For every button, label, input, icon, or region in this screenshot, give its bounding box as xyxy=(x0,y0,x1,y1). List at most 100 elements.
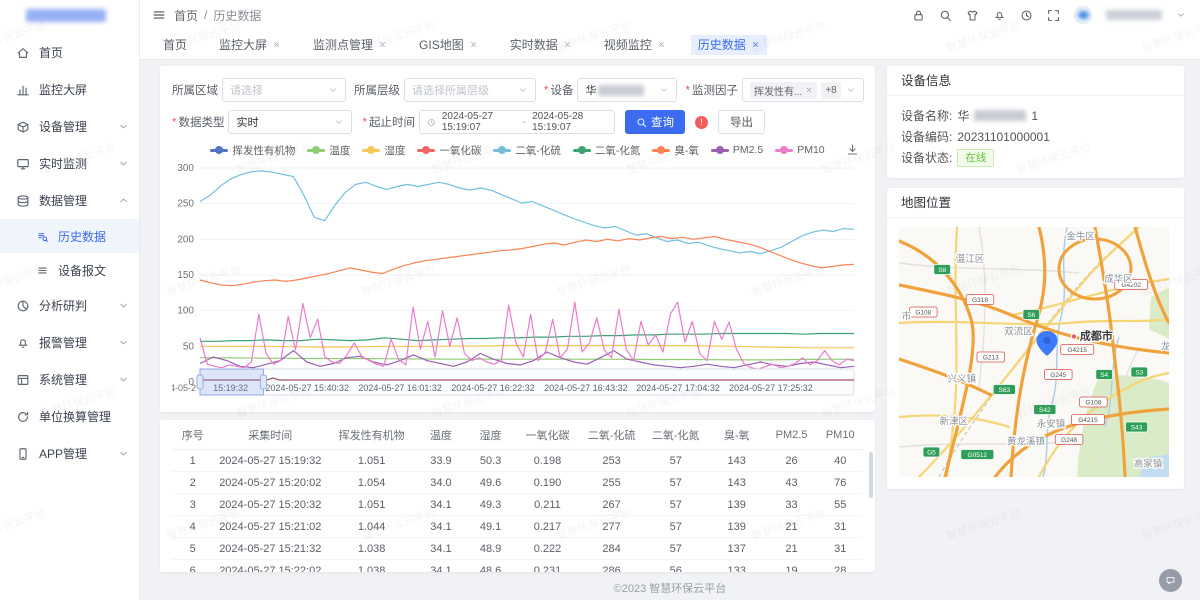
search-icon[interactable] xyxy=(939,9,952,22)
sidebar-item-unit-convert[interactable]: 单位换算管理 xyxy=(0,398,139,435)
device-name-suffix: 1 xyxy=(1031,109,1038,123)
footer: ©2023 智慧环保云平台 xyxy=(140,580,1200,600)
time-start-value[interactable]: 2024-05-27 15:19:07 xyxy=(442,111,517,133)
sidebar-item-app-mgmt[interactable]: APP管理 xyxy=(0,435,139,472)
road-badge: S6 xyxy=(1023,310,1040,320)
tab-video-monitor[interactable]: 视频监控 xyxy=(597,35,673,55)
sidebar-item-home[interactable]: 首页 xyxy=(0,34,139,71)
sidebar-item-analysis[interactable]: 分析研判 xyxy=(0,287,139,324)
download-icon[interactable] xyxy=(846,143,859,156)
chevron-down-icon xyxy=(118,337,129,348)
tab-point-mgmt[interactable]: 监测点管理 xyxy=(306,35,394,55)
map[interactable]: S8G4202G318G108S6G4215G213S4S3G245S63G10… xyxy=(899,227,1169,477)
table-cell: 0.190 xyxy=(515,472,579,494)
device-info-title: 设备信息 xyxy=(887,66,1184,96)
time-end-value[interactable]: 2024-05-28 15:19:07 xyxy=(532,111,607,133)
chat-icon xyxy=(1165,575,1176,586)
legend-item-4[interactable]: 二氧-化硫 xyxy=(493,143,561,158)
table-cell: 34.0 xyxy=(416,472,466,494)
theme-icon[interactable] xyxy=(966,9,979,22)
tag-close-icon[interactable] xyxy=(805,86,813,94)
sidebar-item-realtime-monitor[interactable]: 实时监测 xyxy=(0,145,139,182)
tab-monitor-screen[interactable]: 监控大屏 xyxy=(212,35,288,55)
sidebar-item-data-mgmt[interactable]: 数据管理 xyxy=(0,182,139,219)
data-type-select[interactable]: 实时 xyxy=(228,110,352,134)
table-cell: 33.9 xyxy=(416,450,466,472)
datazoom-handle[interactable] xyxy=(260,375,266,389)
tab-label: GIS地图 xyxy=(419,36,464,53)
chat-fab-button[interactable] xyxy=(1159,569,1182,592)
error-badge[interactable]: ! xyxy=(695,116,708,129)
level-label: 所属层级 xyxy=(354,82,400,98)
table-cell: 26 xyxy=(766,450,818,472)
avatar[interactable] xyxy=(1074,6,1092,24)
mobile-icon xyxy=(16,447,30,461)
tab-history-data[interactable]: 历史数据 xyxy=(691,35,767,55)
tab-close-icon[interactable] xyxy=(272,40,281,49)
factor-more-tag[interactable]: +8 xyxy=(821,82,840,99)
sidebar-item-monitor-screen[interactable]: 监控大屏 xyxy=(0,71,139,108)
datazoom-handle[interactable] xyxy=(197,375,203,389)
tab-close-icon[interactable] xyxy=(378,40,387,49)
legend-item-3[interactable]: 一氧化碳 xyxy=(417,143,481,158)
chevron-down-icon xyxy=(328,85,338,95)
tab-close-icon[interactable] xyxy=(469,40,478,49)
map-label: 温江区 xyxy=(956,254,985,265)
filter-form: 所属区域 请选择 所属层级 请选择所属层级 xyxy=(172,78,863,134)
clock-icon[interactable] xyxy=(1020,9,1033,22)
road-badge: G108 xyxy=(910,307,938,317)
sidebar-item-system-mgmt[interactable]: 系统管理 xyxy=(0,361,139,398)
factors-multiselect[interactable]: 挥发性有... +8 xyxy=(742,78,864,102)
table-cell: 0.198 xyxy=(515,450,579,472)
user-chevron-down-icon[interactable] xyxy=(1176,10,1186,20)
filter-level: 所属层级 请选择所属层级 xyxy=(354,78,536,102)
search-button[interactable]: 查询 xyxy=(625,110,685,134)
road-badge: G213 xyxy=(977,352,1005,362)
map-container: S8G4202G318G108S6G4215G213S4S3G245S63G10… xyxy=(887,218,1184,489)
road-badge: G248 xyxy=(1055,435,1083,445)
table-cell: 1.051 xyxy=(327,450,416,472)
lock-icon[interactable] xyxy=(912,9,925,22)
table-cell: 48.6 xyxy=(466,560,516,573)
legend-marker xyxy=(307,146,325,154)
sidebar-item-alarm-mgmt[interactable]: 报警管理 xyxy=(0,324,139,361)
query-chart-card: 所属区域 请选择 所属层级 请选择所属层级 xyxy=(160,66,875,412)
legend-item-5[interactable]: 二氧-化氮 xyxy=(573,143,641,158)
column-header: 温度 xyxy=(416,420,466,450)
tab-realtime-data[interactable]: 实时数据 xyxy=(503,35,579,55)
legend-label: 挥发性有机物 xyxy=(232,143,295,158)
topbar-icon-group xyxy=(912,9,1060,22)
legend-item-2[interactable]: 湿度 xyxy=(362,143,405,158)
legend-item-8[interactable]: PM10 xyxy=(775,144,824,156)
sidebar-item-history-data[interactable]: 历史数据 xyxy=(0,219,139,253)
tab-close-icon[interactable] xyxy=(563,40,572,49)
legend-item-7[interactable]: PM2.5 xyxy=(711,144,763,156)
sidebar-item-device-message[interactable]: 设备报文 xyxy=(0,253,139,287)
tab-gis-map[interactable]: GIS地图 xyxy=(412,35,485,55)
sidebar-item-label: APP管理 xyxy=(39,445,118,462)
legend-item-6[interactable]: 臭-氧 xyxy=(652,143,699,158)
tab-close-icon[interactable] xyxy=(657,40,666,49)
export-button[interactable]: 导出 xyxy=(718,110,765,134)
fullscreen-icon[interactable] xyxy=(1047,9,1060,22)
datazoom-window[interactable] xyxy=(200,369,263,395)
column-header: 采集时间 xyxy=(213,420,327,450)
time-range-picker[interactable]: 2024-05-27 15:19:07 - 2024-05-28 15:19:0… xyxy=(419,110,615,134)
sidebar-item-device-mgmt[interactable]: 设备管理 xyxy=(0,108,139,145)
legend-marker xyxy=(493,146,511,154)
username-redacted[interactable] xyxy=(1106,10,1162,20)
legend-item-0[interactable]: 挥发性有机物 xyxy=(210,143,295,158)
tab-home[interactable]: 首页 xyxy=(156,35,194,55)
breadcrumb-home[interactable]: 首页 xyxy=(174,7,198,24)
menu-collapse-icon[interactable] xyxy=(152,8,166,22)
legend-item-1[interactable]: 温度 xyxy=(307,143,350,158)
level-select[interactable]: 请选择所属层级 xyxy=(404,78,536,102)
table-scrollbar[interactable] xyxy=(869,452,873,498)
device-select[interactable]: 华 xyxy=(577,78,677,102)
map-city-label: 成都市 xyxy=(1080,329,1113,343)
tab-close-icon[interactable] xyxy=(751,40,760,49)
region-select[interactable]: 请选择 xyxy=(222,78,346,102)
svg-text:2024-05-27 15:40:32: 2024-05-27 15:40:32 xyxy=(265,383,349,393)
bell-icon[interactable] xyxy=(993,9,1006,22)
line-chart[interactable]: 0501001502002503004-05-215:19:322024-05-… xyxy=(172,160,862,406)
